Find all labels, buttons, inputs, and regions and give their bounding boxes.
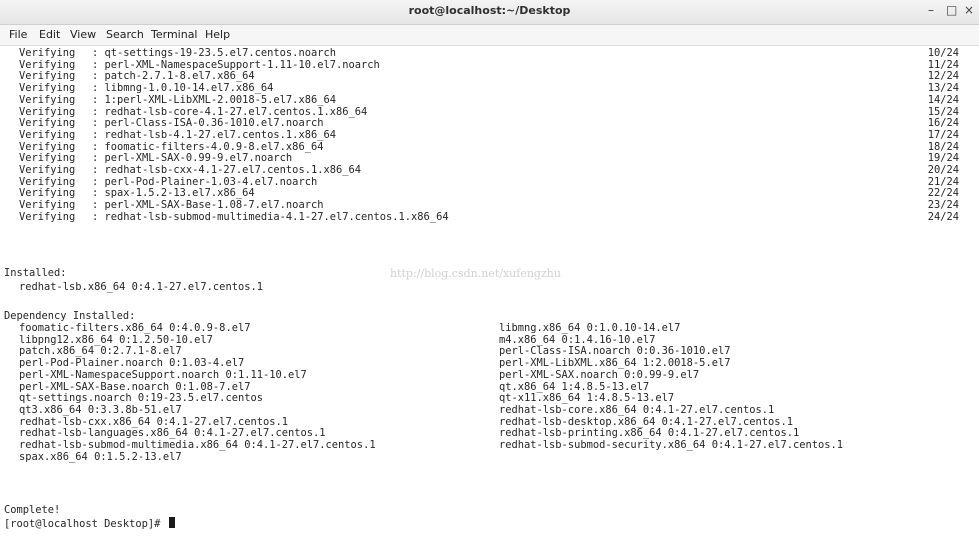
menu-view[interactable]: View — [70, 28, 96, 41]
maximize-icon[interactable]: □ — [946, 3, 957, 17]
menu-edit[interactable]: Edit — [39, 28, 60, 41]
menu-bar: File Edit View Search Terminal Help — [0, 25, 979, 46]
terminal-output[interactable]: http://blog.csdn.net/xufengzhu [root@loc… — [0, 46, 979, 538]
text-cursor — [168, 517, 175, 528]
minimize-icon[interactable]: – — [928, 3, 934, 17]
menu-search[interactable]: Search — [106, 28, 144, 41]
close-icon[interactable]: × — [964, 3, 974, 17]
dependency-package: redhat-lsb-submod-security.x86_64 0:4.1-… — [499, 439, 844, 451]
verifying-package: : redhat-lsb-submod-multimedia-4.1-27.el… — [92, 210, 449, 223]
complete-message: Complete! — [4, 504, 61, 516]
prompt-line[interactable]: [root@localhost Desktop]# — [4, 517, 175, 530]
watermark-text: http://blog.csdn.net/xufengzhu — [390, 267, 561, 280]
installed-header: Installed: — [4, 267, 67, 279]
shell-prompt: [root@localhost Desktop]# — [4, 518, 167, 530]
dependency-package: spax.x86_64 0:1.5.2-13.el7 — [19, 450, 182, 463]
menu-help[interactable]: Help — [205, 28, 230, 41]
menu-file[interactable]: File — [9, 28, 27, 41]
verifying-count: 24/24 — [927, 210, 959, 223]
window-title: root@localhost:~/Desktop — [408, 4, 571, 17]
verifying-label: Verifying — [19, 210, 76, 223]
title-bar: root@localhost:~/Desktop – □ × — [0, 0, 979, 25]
installed-package: redhat-lsb.x86_64 0:4.1-27.el7.centos.1 — [19, 281, 263, 293]
menu-terminal[interactable]: Terminal — [151, 28, 198, 41]
